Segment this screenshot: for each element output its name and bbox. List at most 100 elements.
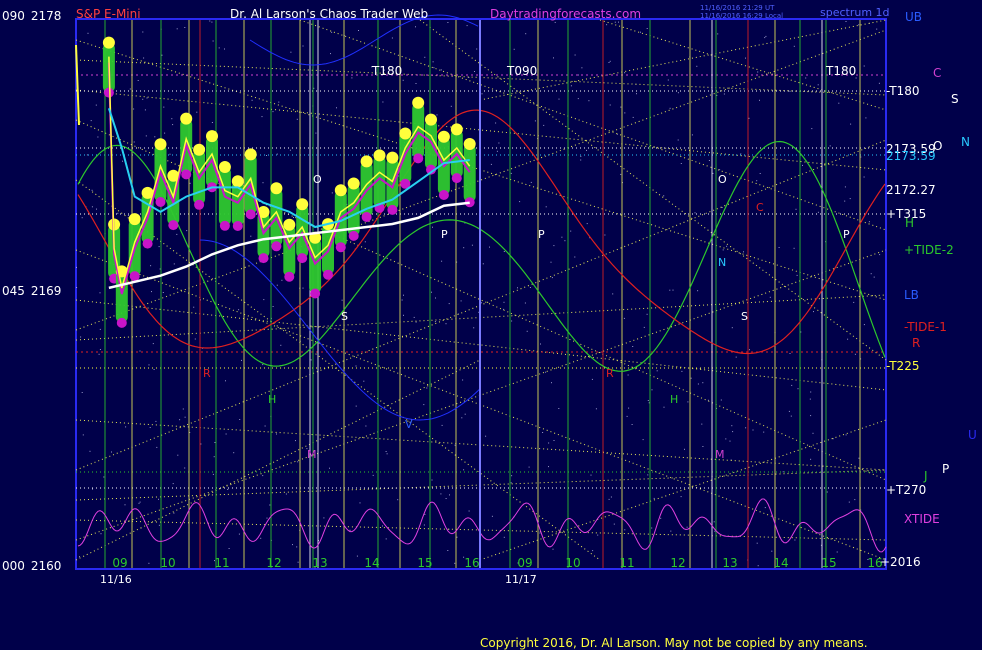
star-dot: [530, 181, 532, 183]
star-dot: [260, 537, 262, 539]
star-dot: [261, 116, 263, 118]
star-dot: [162, 292, 164, 293]
hour-tick-label: 14: [773, 556, 788, 570]
star-dot: [76, 287, 78, 288]
star-dot: [511, 475, 513, 477]
star-dot: [196, 111, 198, 113]
star-dot: [696, 65, 698, 67]
right-axis-label: J: [923, 469, 928, 483]
website-label[interactable]: Daytradingforecasts.com: [490, 7, 641, 21]
star-dot: [133, 141, 135, 143]
star-dot: [143, 57, 145, 59]
star-dot: [415, 321, 417, 323]
star-dot: [551, 277, 553, 279]
star-dot: [510, 172, 512, 174]
star-dot: [80, 336, 82, 338]
price-high-dot: [102, 36, 115, 49]
star-dot: [680, 163, 682, 164]
star-dot: [403, 314, 404, 316]
star-dot: [702, 446, 704, 447]
price-low-dot: [168, 220, 179, 231]
plot-marker-label: R: [606, 367, 614, 380]
right-axis-label: O: [933, 139, 942, 153]
star-dot: [473, 327, 475, 329]
star-dot: [385, 451, 387, 452]
star-dot: [646, 313, 648, 315]
star-dot: [431, 479, 433, 481]
star-dot: [580, 155, 582, 157]
star-dot: [764, 507, 766, 509]
star-dot: [269, 504, 271, 506]
right-axis-label: XTIDE: [904, 512, 940, 526]
star-dot: [239, 419, 241, 420]
price-high-dot: [399, 127, 412, 140]
star-dot: [211, 21, 213, 23]
star-dot: [331, 192, 333, 194]
star-dot: [447, 550, 449, 551]
price-high-dot: [206, 130, 218, 143]
right-axis-label: -T225: [886, 359, 919, 373]
star-dot: [445, 498, 447, 499]
star-dot: [854, 353, 856, 355]
star-dot: [349, 529, 351, 531]
star-dot: [86, 154, 88, 156]
star-dot: [280, 344, 282, 346]
star-dot: [756, 180, 758, 182]
star-dot: [797, 388, 799, 390]
plot-marker-label: S: [741, 310, 748, 323]
star-dot: [95, 104, 97, 106]
star-dot: [250, 235, 252, 237]
star-dot: [440, 493, 442, 495]
star-dot: [449, 494, 450, 496]
star-dot: [845, 21, 847, 22]
star-dot: [76, 266, 77, 268]
star-dot: [525, 33, 527, 35]
star-dot: [193, 306, 195, 308]
star-dot: [548, 442, 550, 444]
price-low-dot: [271, 241, 282, 252]
price-high-dot: [347, 177, 360, 190]
star-dot: [553, 440, 555, 441]
price-high-dot: [270, 182, 283, 195]
star-dot: [463, 469, 465, 471]
star-dot: [460, 300, 462, 302]
star-dot: [171, 118, 173, 120]
star-dot: [581, 67, 583, 69]
star-dot: [552, 548, 554, 550]
star-dot: [847, 338, 849, 340]
star-dot: [474, 71, 475, 72]
star-dot: [194, 338, 196, 340]
star-dot: [636, 93, 637, 95]
star-dot: [670, 530, 672, 532]
price-high-dot: [180, 112, 193, 125]
star-dot: [297, 461, 299, 463]
star-dot: [542, 432, 544, 433]
right-axis-label: +2016: [880, 555, 921, 569]
star-dot: [403, 294, 404, 296]
star-dot: [464, 413, 466, 415]
star-dot: [580, 159, 582, 161]
star-dot: [468, 510, 470, 512]
right-axis-label: UB: [905, 10, 922, 24]
star-dot: [554, 21, 556, 23]
star-dot: [262, 475, 264, 477]
hour-tick-label: 15: [821, 556, 836, 570]
price-low-dot: [129, 271, 140, 282]
hour-tick-label: 13: [722, 556, 737, 570]
hour-tick-label: 11: [214, 556, 229, 570]
star-dot: [424, 56, 426, 58]
star-dot: [172, 124, 174, 126]
star-dot: [591, 378, 593, 380]
hour-tick-label: 09: [112, 556, 127, 570]
star-dot: [480, 302, 482, 304]
plot-marker-label: M: [715, 448, 725, 461]
star-dot: [139, 350, 141, 352]
price-bar-range: [463, 144, 476, 203]
star-dot: [133, 108, 135, 110]
star-dot: [586, 223, 588, 225]
star-dot: [146, 97, 148, 99]
star-dot: [763, 431, 765, 433]
star-dot: [613, 523, 615, 525]
right-axis-label: 2172.27: [886, 183, 936, 197]
star-dot: [385, 538, 387, 540]
